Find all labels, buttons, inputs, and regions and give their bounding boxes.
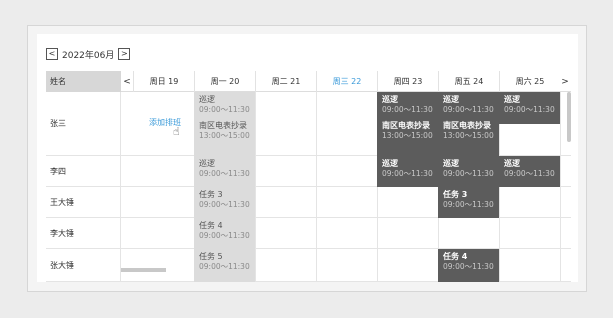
shift-time: 13:00～15:00 xyxy=(382,131,433,140)
shift-title: 巡逻 xyxy=(504,95,520,104)
vertical-scrollbar[interactable] xyxy=(567,92,571,142)
shift-time: 09:00～11:30 xyxy=(199,169,250,178)
month-navigator: < 2022年06月 > xyxy=(46,46,131,62)
shift-time: 09:00～11:30 xyxy=(199,231,250,240)
shift-time: 09:00～11:30 xyxy=(504,169,555,178)
shift-cell[interactable]: 巡逻 09:00～11:30 xyxy=(194,156,255,187)
shift-title: 巡逻 xyxy=(199,95,215,104)
shift-title: 巡逻 xyxy=(199,159,215,168)
shift-time: 09:00～11:30 xyxy=(199,105,250,114)
day-header-mon: 周一 20 xyxy=(194,71,255,92)
table-row: 李大锤 xyxy=(46,218,571,249)
shift-title: 任务 4 xyxy=(199,221,223,230)
shift-cell[interactable]: 任务 3 09:00～11:30 xyxy=(438,187,499,218)
day-header-sat: 周六 25 xyxy=(499,71,560,92)
day-header-sun: 周日 19 xyxy=(133,71,194,92)
shift-time: 09:00～11:30 xyxy=(443,200,494,209)
shift-title: 南区电表抄录 xyxy=(443,121,491,130)
employee-name: 张三 xyxy=(46,92,121,155)
prev-month-button[interactable]: < xyxy=(46,48,58,60)
shift-cell[interactable]: 巡逻 09:00～11:30 南区电表抄录 13:00～15:00 xyxy=(194,92,255,156)
employee-name: 李大锤 xyxy=(46,218,121,248)
shift-cell[interactable]: 巡逻 09:00～11:30 xyxy=(499,92,560,124)
horizontal-scrollbar[interactable] xyxy=(121,268,166,272)
shift-title: 巡逻 xyxy=(382,95,398,104)
day-header-thu: 周四 23 xyxy=(377,71,438,92)
shift-time: 09:00～11:30 xyxy=(382,169,433,178)
employee-name: 王大锤 xyxy=(46,187,121,217)
shift-time: 13:00～15:00 xyxy=(443,131,494,140)
shift-title: 任务 3 xyxy=(199,190,223,199)
employee-name: 张大锤 xyxy=(46,249,121,281)
shift-title: 巡逻 xyxy=(504,159,520,168)
schedule-grid: 姓名 < 周日 19 周一 20 周二 21 周三 22 周四 23 周五 24… xyxy=(46,71,571,282)
shift-time: 09:00～11:30 xyxy=(199,200,250,209)
shift-title: 任务 3 xyxy=(443,190,468,199)
shift-time: 09:00～11:30 xyxy=(382,105,433,114)
employee-name: 李四 xyxy=(46,156,121,186)
schedule-panel: < 2022年06月 > 姓名 < 周日 19 周一 20 周二 21 周三 2… xyxy=(37,34,578,282)
shift-cell[interactable]: 巡逻 09:00～11:30 南区电表抄录 13:00～15:00 xyxy=(377,92,438,156)
shift-title: 任务 4 xyxy=(443,252,468,261)
shift-cell[interactable]: 巡逻 09:00～11:30 xyxy=(377,156,438,187)
prev-week-button[interactable]: < xyxy=(121,71,133,92)
shift-cell[interactable]: 任务 4 09:00～11:30 xyxy=(194,218,255,249)
shift-title: 南区电表抄录 xyxy=(382,121,430,130)
shift-cell[interactable]: 任务 5 09:00～11:30 xyxy=(194,249,255,282)
shift-cell[interactable]: 任务 4 09:00～11:30 xyxy=(438,249,499,282)
shift-cell[interactable]: 巡逻 09:00～11:30 南区电表抄录 13:00～15:00 xyxy=(438,92,499,156)
shift-time: 09:00～11:30 xyxy=(504,105,555,114)
shift-time: 13:00～15:00 xyxy=(199,131,250,140)
shift-cell[interactable]: 巡逻 09:00～11:30 xyxy=(438,156,499,187)
shift-title: 巡逻 xyxy=(382,159,398,168)
chevron-left-icon: < xyxy=(48,49,56,58)
chevron-left-icon: < xyxy=(123,76,131,87)
shift-time: 09:00～11:30 xyxy=(199,262,250,271)
shift-title: 任务 5 xyxy=(199,252,223,261)
shift-time: 09:00～11:30 xyxy=(443,105,494,114)
next-week-button[interactable]: > xyxy=(559,71,571,92)
shift-title: 巡逻 xyxy=(443,95,459,104)
shift-time: 09:00～11:30 xyxy=(443,169,494,178)
month-label: 2022年06月 xyxy=(62,50,115,61)
shift-cell[interactable]: 巡逻 09:00～11:30 xyxy=(499,156,560,187)
shift-cell[interactable]: 任务 3 09:00～11:30 xyxy=(194,187,255,218)
day-header-wed-today: 周三 22 xyxy=(316,71,377,92)
hand-cursor-icon: ☝ xyxy=(173,125,180,138)
name-column-header: 姓名 xyxy=(46,71,121,92)
grid-header: 姓名 < 周日 19 周一 20 周二 21 周三 22 周四 23 周五 24… xyxy=(46,71,571,92)
shift-title: 巡逻 xyxy=(443,159,459,168)
day-header-tue: 周二 21 xyxy=(255,71,316,92)
next-month-button[interactable]: > xyxy=(118,48,131,60)
chevron-right-icon: > xyxy=(121,49,128,58)
chevron-right-icon: > xyxy=(561,76,569,87)
shift-time: 09:00～11:30 xyxy=(443,262,494,271)
day-header-fri: 周五 24 xyxy=(438,71,499,92)
shift-title: 南区电表抄录 xyxy=(199,121,247,130)
